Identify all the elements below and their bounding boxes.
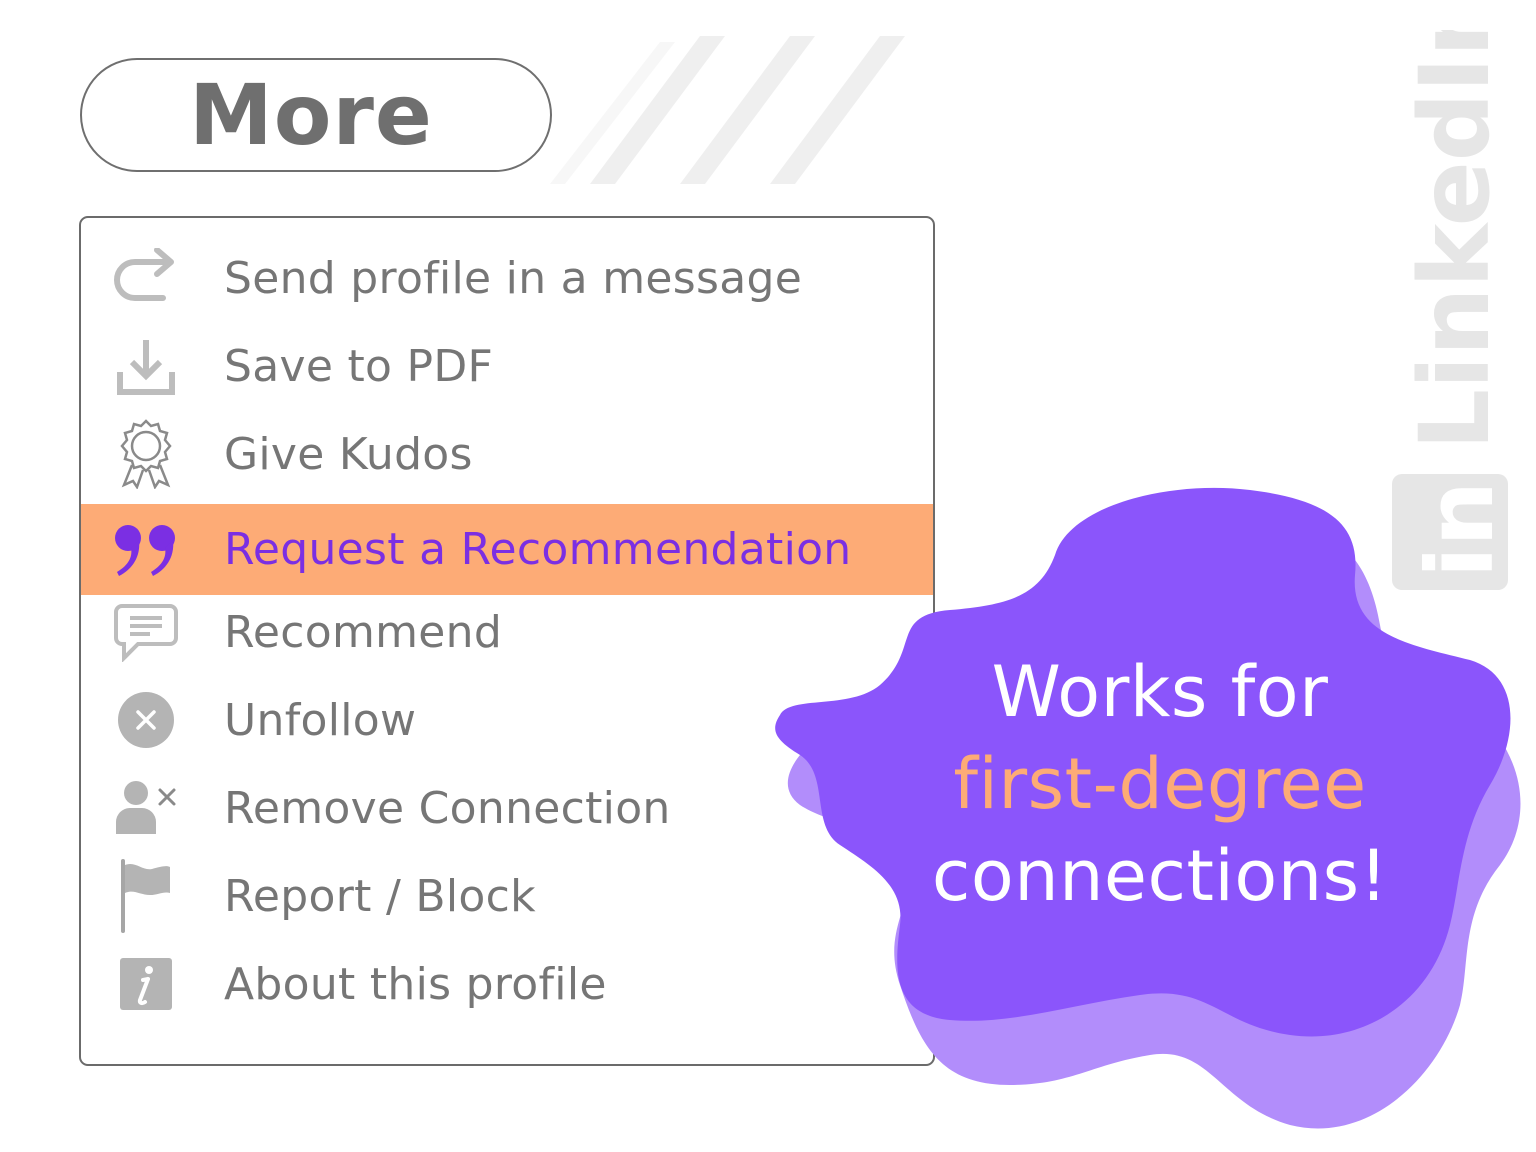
menu-item-save-pdf[interactable]: Save to PDF <box>81 322 933 410</box>
menu-item-send-profile[interactable]: Send profile in a message <box>81 234 933 322</box>
remove-user-icon <box>113 775 179 841</box>
callout-line-2: first-degree <box>953 743 1367 825</box>
menu-item-label: Give Kudos <box>224 428 473 480</box>
menu-item-label: Send profile in a message <box>224 252 803 304</box>
chat-bubble-icon <box>113 599 179 665</box>
more-button-label: More <box>189 66 433 164</box>
close-circle-icon <box>113 687 179 753</box>
linkedin-wordmark: LinkedIn <box>1399 30 1511 450</box>
award-badge-icon <box>113 419 179 489</box>
menu-item-label: Report / Block <box>224 870 536 922</box>
flag-icon <box>113 859 179 933</box>
menu-item-label: Recommend <box>224 606 503 658</box>
callout-line-1: Works for <box>991 651 1329 733</box>
menu-item-label: Unfollow <box>224 694 417 746</box>
info-icon <box>113 951 179 1017</box>
more-button[interactable]: More <box>80 58 552 172</box>
menu-item-label: Request a Recommendation <box>224 524 852 575</box>
callout-text: Works for first-degree connections! <box>900 646 1420 922</box>
menu-item-label: About this profile <box>224 958 607 1010</box>
share-arrow-icon <box>113 245 179 311</box>
menu-item-label: Remove Connection <box>224 782 671 834</box>
decorative-stripes <box>550 36 905 184</box>
download-icon <box>113 333 179 399</box>
quote-icon <box>113 517 179 583</box>
callout-line-3: connections! <box>931 835 1389 917</box>
menu-item-label: Save to PDF <box>224 340 494 392</box>
